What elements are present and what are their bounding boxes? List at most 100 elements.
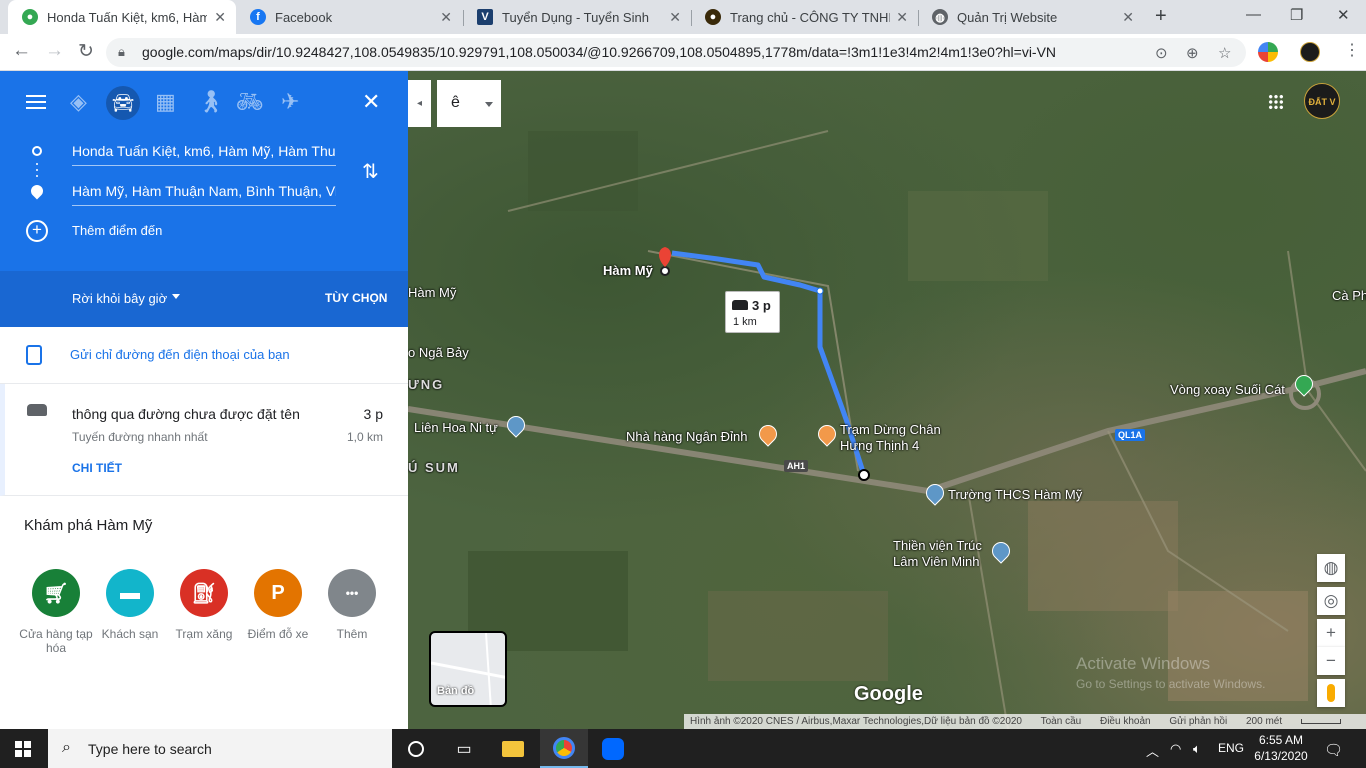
caret-down-icon[interactable]	[172, 294, 180, 299]
tab-quan-tri[interactable]: ◍ Quản Trị Website ✕	[918, 0, 1144, 34]
close-directions-icon[interactable]: ✕	[362, 89, 380, 115]
map-label-nha-hang[interactable]: Nhà hàng Ngân Đỉnh	[626, 429, 747, 444]
close-tab-icon[interactable]: ✕	[896, 9, 908, 26]
route-time-bubble[interactable]: 3 p 1 km	[725, 291, 780, 333]
tab-maps[interactable]: ● Honda Tuấn Kiệt, km6, Hàm Mỹ ✕	[8, 0, 236, 34]
route-option[interactable]: thông qua đường chưa được đặt tên 3 p Tu…	[0, 384, 408, 496]
close-tab-icon[interactable]: ✕	[440, 9, 452, 26]
add-icon[interactable]: ⊕	[1186, 44, 1199, 62]
close-tab-icon[interactable]: ✕	[214, 9, 226, 26]
layer-selector[interactable]: ê	[437, 80, 501, 127]
add-destination-icon[interactable]: +	[26, 220, 48, 242]
close-window-icon[interactable]: ✕	[1337, 6, 1350, 24]
file-explorer-icon[interactable]	[489, 729, 537, 768]
my-location-icon[interactable]: ◎	[1317, 587, 1345, 615]
tab-title: Facebook	[275, 9, 333, 25]
map-label-tram-dung-2[interactable]: Hưng Thịnh 4	[840, 438, 919, 453]
taskbar-search[interactable]: ⌕ Type here to search	[48, 729, 392, 768]
route-dots-icon	[36, 169, 38, 171]
notifications-icon[interactable]: 🗨︎	[1324, 741, 1343, 759]
map-type-toggle[interactable]: Bản đồ	[429, 631, 507, 707]
category-more[interactable]: ••• Thêm	[312, 569, 392, 641]
scale-bar	[1300, 718, 1341, 724]
map-label-truong[interactable]: Trường THCS Hàm Mỹ	[948, 487, 1082, 502]
map-label-thien-vien-1[interactable]: Thiền viện Trúc	[893, 538, 982, 553]
add-destination-link[interactable]: Thêm điểm đến	[72, 223, 162, 238]
map-label-vong-xoay[interactable]: Vòng xoay Suối Cát	[1170, 382, 1285, 397]
close-tab-icon[interactable]: ✕	[669, 9, 681, 26]
url-text[interactable]: google.com/maps/dir/10.9248427,108.05498…	[142, 44, 1056, 60]
map-label-tram-dung-1[interactable]: Trạm Dừng Chân	[840, 422, 941, 437]
map-label-lien-hoa[interactable]: Liên Hoa Ni tự	[414, 420, 498, 435]
close-tab-icon[interactable]: ✕	[1122, 9, 1134, 26]
walking-icon[interactable]: 🚶︎	[197, 89, 225, 115]
category-parking[interactable]: P Điểm đỗ xe	[238, 569, 318, 641]
route-details-link[interactable]: CHI TIẾT	[72, 461, 122, 475]
chrome-icon[interactable]	[540, 729, 588, 768]
satellite-map[interactable]: ◂ ê ĐẤT V Hàm Mỹ Hàm Mỹ o Ngã Bảy ƯNG Li…	[408, 71, 1366, 729]
send-to-phone-link[interactable]: Gửi chỉ đường đến điện thoại của bạn	[70, 347, 290, 362]
tab-tuyen-dung[interactable]: V Tuyển Dụng - Tuyển Sinh ✕	[463, 0, 691, 34]
collapse-panel-button[interactable]: ◂	[408, 80, 431, 127]
reload-icon[interactable]: ↻	[78, 40, 94, 63]
restore-icon[interactable]: ❐	[1290, 6, 1303, 24]
car-icon	[732, 300, 748, 310]
extension-icon[interactable]	[1258, 42, 1278, 62]
hamburger-menu-icon[interactable]	[26, 95, 46, 109]
category-gas[interactable]: ⛽︎ Trạm xăng	[164, 569, 244, 641]
bed-icon: ▬	[106, 569, 154, 617]
pegman-icon[interactable]	[1317, 679, 1345, 707]
system-clock[interactable]: 6:55 AM 6/13/2020	[1252, 732, 1310, 764]
scale-label[interactable]: 200 mét	[1246, 716, 1282, 727]
back-icon[interactable]: ←	[12, 40, 31, 62]
transit-icon[interactable]: ▦	[155, 89, 176, 115]
address-bar[interactable]: 🔒︎ google.com/maps/dir/10.9248427,108.05…	[106, 38, 1246, 67]
forward-icon[interactable]: →	[45, 40, 64, 62]
bookmark-star-icon[interactable]: ☆	[1218, 44, 1231, 62]
destination-input[interactable]: Hàm Mỹ, Hàm Thuận Nam, Bình Thuận, Việt …	[72, 176, 336, 206]
attribution-terms[interactable]: Điều khoản	[1100, 716, 1151, 727]
attribution-feedback[interactable]: Gửi phản hồi	[1169, 716, 1227, 727]
road-shield-ql1a: QL1A	[1115, 429, 1146, 441]
zalo-icon[interactable]	[589, 729, 637, 768]
apps-grid-icon[interactable]	[1268, 94, 1284, 110]
send-to-phone-row[interactable]: Gửi chỉ đường đến điện thoại của bạn	[0, 327, 408, 384]
road-shield-ah1: AH1	[784, 460, 809, 472]
profile-avatar[interactable]	[1300, 42, 1320, 62]
best-route-icon[interactable]: ◈	[70, 89, 87, 115]
language-indicator[interactable]: ENG	[1218, 741, 1244, 755]
options-button[interactable]: TÙY CHỌN	[325, 291, 387, 305]
tab-trang-chu[interactable]: ● Trang chủ - CÔNG TY TNHH Đ ✕	[691, 0, 918, 34]
cycling-icon[interactable]: 🚲︎	[236, 89, 264, 115]
caret-down-icon[interactable]	[485, 102, 493, 107]
map-label-thien-vien-2[interactable]: Lâm Viên Minh	[893, 554, 979, 569]
windows-start-icon[interactable]	[15, 741, 31, 757]
destination-label[interactable]: Hàm Mỹ	[603, 263, 653, 278]
volume-icon[interactable]: 🔈︎	[1193, 741, 1201, 757]
zoom-in-icon[interactable]: +	[1317, 619, 1345, 647]
zoom-out-icon[interactable]: −	[1317, 647, 1345, 675]
brand-logo[interactable]: ĐẤT V	[1304, 83, 1340, 119]
network-icon[interactable]: ◠	[1170, 741, 1181, 757]
category-grocery[interactable]: 🛒︎ Cửa hàng tạp hóa	[16, 569, 96, 655]
search-placeholder[interactable]: Type here to search	[88, 741, 212, 757]
attribution-global[interactable]: Toàn cầu	[1041, 716, 1082, 727]
minimize-icon[interactable]: —	[1246, 6, 1261, 23]
route-via: thông qua đường chưa được đặt tên	[72, 406, 300, 422]
map-label-ung: ƯNG	[408, 377, 445, 392]
task-view-icon[interactable]: ▭	[440, 729, 488, 768]
tray-chevron-icon[interactable]: ︿	[1146, 741, 1159, 760]
location-icon[interactable]: ⊙	[1155, 44, 1168, 62]
globe-view-icon[interactable]: ◍	[1317, 554, 1345, 582]
new-tab-icon[interactable]: +	[1155, 5, 1167, 28]
category-hotel[interactable]: ▬ Khách sạn	[90, 569, 170, 641]
depart-now-dropdown[interactable]: Rời khỏi bây giờ	[72, 291, 167, 306]
driving-icon[interactable]: 🚘︎	[106, 86, 140, 120]
lock-icon[interactable]: 🔒︎	[118, 44, 125, 60]
origin-input[interactable]: Honda Tuấn Kiệt, km6, Hàm Mỹ, Hàm Thuận …	[72, 136, 336, 166]
swap-icon[interactable]: ⇅	[362, 159, 379, 184]
flight-icon[interactable]: ✈	[281, 89, 299, 115]
menu-dots-icon[interactable]: ⋮	[1344, 40, 1360, 60]
tab-facebook[interactable]: f Facebook ✕	[236, 0, 462, 34]
cortana-icon[interactable]	[392, 729, 440, 768]
